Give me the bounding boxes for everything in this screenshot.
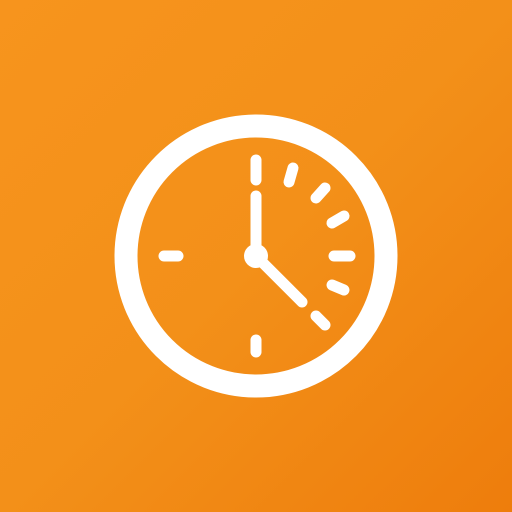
minute-tick [310,310,331,331]
minute-tick [326,279,350,296]
app-icon [0,0,512,512]
clock-center-pivot [244,244,268,268]
clock-icon [114,114,398,398]
minute-tick [310,182,331,204]
minute-tick [283,162,299,188]
minute-tick [326,210,350,229]
